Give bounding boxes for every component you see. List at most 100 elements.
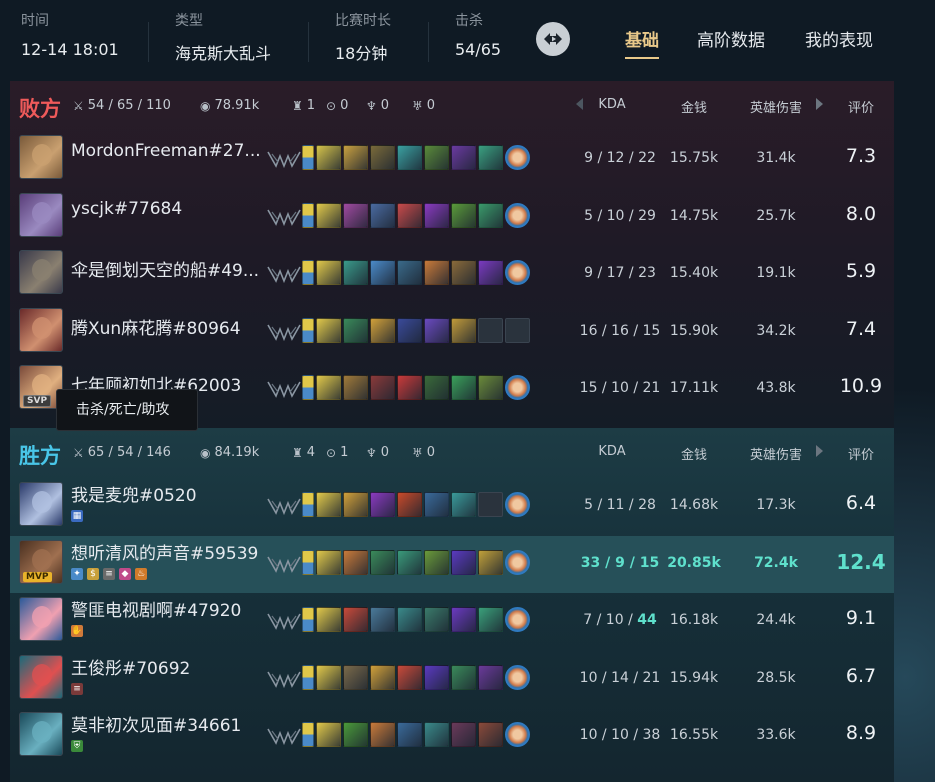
item-icon[interactable] [451, 492, 476, 517]
item-icon[interactable] [370, 492, 395, 517]
tab-advanced-data[interactable]: 高阶数据 [697, 26, 765, 51]
ward-trinket-icon[interactable] [505, 145, 530, 170]
ward-trinket-icon[interactable] [505, 664, 530, 690]
player-name[interactable]: 莫非初次见面#34661 [71, 711, 267, 736]
item-icon[interactable] [316, 375, 341, 400]
item-icon[interactable] [424, 260, 449, 285]
champion-portrait[interactable] [19, 307, 63, 352]
ward-trinket-icon[interactable] [505, 202, 530, 228]
item-icon[interactable] [343, 317, 368, 343]
item-icon[interactable] [451, 607, 476, 632]
item-icon[interactable] [343, 375, 368, 400]
summoner-spell-icon[interactable] [302, 145, 314, 170]
scroll-left-arrow[interactable] [576, 98, 583, 110]
item-icon[interactable] [451, 549, 476, 575]
item-icon[interactable] [451, 664, 476, 690]
summoner-spell-icon[interactable] [302, 664, 314, 690]
ward-trinket-icon[interactable] [505, 722, 530, 747]
summoner-spell-icon[interactable] [302, 492, 314, 517]
champion-portrait[interactable] [19, 250, 63, 294]
item-icon[interactable] [343, 607, 368, 632]
player-row[interactable]: 伞是倒划天空的船#49... 9 / 17 / 23 15.40k 19.1k 5.9 [10, 246, 894, 303]
item-icon[interactable] [451, 375, 476, 400]
item-icon[interactable] [397, 375, 422, 400]
ward-trinket-icon[interactable] [505, 607, 530, 632]
player-name[interactable]: 王俊彤#70692 [71, 654, 267, 679]
item-icon[interactable] [397, 492, 422, 517]
item-icon[interactable] [451, 145, 476, 170]
player-name[interactable]: 想听清风的声音#59539 [71, 539, 267, 564]
summoner-spell-icon[interactable] [302, 607, 314, 632]
summoner-spell-icon[interactable] [302, 260, 314, 285]
item-icon[interactable] [370, 202, 395, 228]
item-icon[interactable] [370, 722, 395, 747]
summoner-spell-icon[interactable] [302, 202, 314, 228]
scroll-right-arrow[interactable] [816, 98, 823, 110]
item-icon[interactable] [370, 549, 395, 575]
item-icon[interactable] [478, 664, 503, 690]
scroll-right-arrow[interactable] [816, 445, 823, 457]
item-icon[interactable] [478, 145, 503, 170]
player-row[interactable]: 腾Xun麻花腾#80964 16 / 16 / 15 15.90k 34.2k 7.4 [10, 304, 894, 361]
item-icon[interactable] [316, 202, 341, 228]
item-icon[interactable] [397, 260, 422, 285]
item-icon[interactable] [316, 145, 341, 170]
item-icon[interactable] [343, 492, 368, 517]
item-icon[interactable] [343, 664, 368, 690]
item-icon[interactable] [424, 317, 449, 343]
item-icon[interactable] [478, 722, 503, 747]
ward-trinket-icon[interactable] [505, 375, 530, 400]
item-icon[interactable] [397, 317, 422, 343]
tab-my-performance[interactable]: 我的表现 [805, 26, 873, 51]
ward-trinket-icon[interactable] [505, 549, 530, 575]
item-icon[interactable] [397, 549, 422, 575]
replay-button[interactable] [536, 22, 570, 56]
item-icon[interactable] [478, 549, 503, 575]
item-icon[interactable] [343, 202, 368, 228]
item-icon[interactable] [316, 492, 341, 517]
item-icon[interactable] [370, 607, 395, 632]
player-row[interactable]: 我是麦兜#0520 ▦ 5 / 11 / 28 14.68k 17.3k 6.4 [10, 478, 894, 535]
item-icon[interactable] [316, 664, 341, 690]
champion-portrait[interactable] [19, 712, 63, 756]
item-icon[interactable] [424, 375, 449, 400]
item-icon[interactable] [478, 375, 503, 400]
item-icon[interactable] [370, 145, 395, 170]
item-icon[interactable] [370, 664, 395, 690]
summoner-spell-icon[interactable] [302, 722, 314, 747]
item-icon[interactable] [316, 607, 341, 632]
player-row[interactable]: yscjk#77684 5 / 10 / 29 14.75k 25.7k 8.0 [10, 189, 894, 246]
player-row[interactable]: 莫非初次见面#34661 ⛨ 10 / 10 / 38 16.55k 33.6k 8.9 [10, 708, 894, 765]
item-icon[interactable] [478, 260, 503, 285]
item-icon[interactable] [424, 722, 449, 747]
tab-basic[interactable]: 基础 [625, 26, 659, 59]
item-icon[interactable] [451, 260, 476, 285]
ward-trinket-icon[interactable] [505, 260, 530, 285]
ward-trinket-icon[interactable] [505, 492, 530, 517]
player-row[interactable]: 王俊彤#70692 ≡ 10 / 14 / 21 15.94k 28.5k 6.7 [10, 651, 894, 708]
item-icon[interactable] [370, 375, 395, 400]
item-icon[interactable] [316, 549, 341, 575]
item-icon[interactable] [451, 317, 476, 343]
player-name[interactable]: yscjk#77684 [71, 199, 267, 219]
player-name[interactable]: 我是麦兜#0520 [71, 481, 267, 506]
champion-portrait[interactable]: MVP [19, 539, 63, 584]
item-icon[interactable] [316, 260, 341, 285]
champion-portrait[interactable] [19, 192, 63, 237]
item-icon[interactable] [397, 664, 422, 690]
item-icon[interactable] [343, 722, 368, 747]
player-name[interactable]: MordonFreeman#27... [71, 141, 267, 161]
item-icon[interactable] [478, 607, 503, 632]
item-icon[interactable] [424, 607, 449, 632]
item-icon[interactable] [424, 145, 449, 170]
champion-portrait[interactable] [19, 482, 63, 526]
item-icon[interactable] [343, 549, 368, 575]
player-name[interactable]: 伞是倒划天空的船#49... [71, 256, 267, 281]
item-icon[interactable] [424, 492, 449, 517]
player-name[interactable]: 腾Xun麻花腾#80964 [71, 314, 267, 339]
item-icon[interactable] [343, 145, 368, 170]
item-icon[interactable] [424, 549, 449, 575]
item-icon[interactable] [424, 664, 449, 690]
player-row[interactable]: MordonFreeman#27... 9 / 12 / 22 15.75k 31.… [10, 131, 894, 188]
item-icon[interactable] [316, 722, 341, 747]
